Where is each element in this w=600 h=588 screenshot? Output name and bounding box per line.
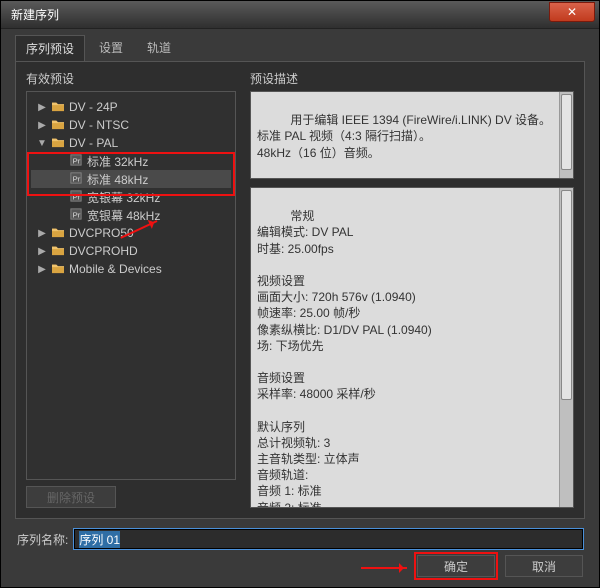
tree-item-label: 标准 48kHz: [87, 171, 148, 188]
description-summary-text: 用于编辑 IEEE 1394 (FireWire/i.LINK) DV 设备。 …: [257, 113, 551, 159]
disclosure-triangle-icon[interactable]: ▶: [37, 102, 47, 113]
tab-settings[interactable]: 设置: [89, 35, 133, 61]
tree-folder[interactable]: ▶ Mobile & Devices: [31, 260, 231, 278]
tree-folder[interactable]: ▶ DVCPROHD: [31, 242, 231, 260]
folder-icon: [51, 136, 65, 151]
disclosure-triangle-icon[interactable]: ▶: [37, 228, 47, 239]
tree-folder[interactable]: ▼ DV - PAL: [31, 134, 231, 152]
close-button[interactable]: ✕: [549, 2, 595, 22]
svg-text:Pr: Pr: [73, 192, 81, 201]
tree-preset[interactable]: Pr 标准 32kHz: [31, 152, 231, 170]
disclosure-triangle-icon[interactable]: ▶: [37, 246, 47, 257]
arrow-icon: [361, 567, 407, 569]
tree-item-label: DVCPRO50: [69, 226, 134, 240]
sequence-name-row: 序列名称:: [1, 527, 599, 549]
tree-item-label: DVCPROHD: [69, 244, 138, 258]
tree-item-label: DV - 24P: [69, 100, 118, 114]
disclosure-triangle-icon[interactable]: ▶: [37, 120, 47, 131]
disclosure-triangle-icon[interactable]: ▶: [37, 264, 47, 275]
window-title: 新建序列: [11, 6, 59, 23]
folder-icon: [51, 118, 65, 133]
tree-folder[interactable]: ▶ DV - 24P: [31, 98, 231, 116]
folder-icon: [51, 244, 65, 259]
scrollbar[interactable]: [559, 188, 573, 507]
main-panel: 有效预设 ▶ DV - 24P ▶ DV - NTSC ▼ DV - PAL Pr 标准 32…: [15, 61, 585, 519]
description-label: 预设描述: [250, 70, 574, 87]
tree-item-label: 宽银幕 32kHz: [87, 189, 160, 206]
tree-item-label: 标准 32kHz: [87, 153, 148, 170]
scrollbar[interactable]: [559, 92, 573, 178]
preset-icon: Pr: [69, 190, 83, 205]
tab-tracks[interactable]: 轨道: [137, 35, 181, 61]
close-icon: ✕: [567, 5, 577, 19]
svg-text:Pr: Pr: [73, 156, 81, 165]
cancel-button[interactable]: 取消: [505, 555, 583, 577]
tree-folder[interactable]: ▶ DV - NTSC: [31, 116, 231, 134]
presets-label: 有效预设: [26, 70, 236, 87]
folder-icon: [51, 100, 65, 115]
description-summary: 用于编辑 IEEE 1394 (FireWire/i.LINK) DV 设备。 …: [250, 91, 574, 179]
tab-sequence-presets[interactable]: 序列预设: [15, 35, 85, 61]
new-sequence-dialog: 新建序列 ✕ 序列预设 设置 轨道 有效预设 ▶ DV - 24P ▶ DV - NT…: [0, 0, 600, 588]
description-details: 常规 编辑模式: DV PAL 时基: 25.00fps 视频设置 画面大小: …: [250, 187, 574, 508]
ok-button[interactable]: 确定: [417, 555, 495, 577]
folder-icon: [51, 262, 65, 277]
preset-tree[interactable]: ▶DV - 24P▶DV - NTSC▼DV - PALPr标准 32kHzPr…: [26, 91, 236, 480]
tree-preset[interactable]: Pr 标准 48kHz: [31, 170, 231, 188]
tree-item-label: Mobile & Devices: [69, 262, 162, 276]
dialog-button-row: 确定 取消: [1, 549, 599, 587]
delete-preset-button: 删除预设: [26, 486, 116, 508]
sequence-name-label: 序列名称:: [17, 531, 68, 548]
preset-icon: Pr: [69, 208, 83, 223]
presets-column: 有效预设 ▶ DV - 24P ▶ DV - NTSC ▼ DV - PAL Pr 标准 32…: [26, 70, 236, 508]
preset-icon: Pr: [69, 154, 83, 169]
description-column: 预设描述 用于编辑 IEEE 1394 (FireWire/i.LINK) DV…: [250, 70, 574, 508]
preset-icon: Pr: [69, 172, 83, 187]
tree-preset[interactable]: Pr 宽银幕 32kHz: [31, 188, 231, 206]
disclosure-triangle-icon[interactable]: ▼: [37, 138, 47, 149]
tree-item-label: DV - NTSC: [69, 118, 129, 132]
tab-bar: 序列预设 设置 轨道: [1, 29, 599, 61]
titlebar: 新建序列 ✕: [1, 1, 599, 29]
tree-preset[interactable]: Pr宽银幕 48kHz: [31, 206, 231, 224]
svg-text:Pr: Pr: [73, 174, 81, 183]
svg-text:Pr: Pr: [73, 210, 81, 219]
folder-icon: [51, 226, 65, 241]
sequence-name-input[interactable]: [74, 529, 583, 549]
description-details-text: 常规 编辑模式: DV PAL 时基: 25.00fps 视频设置 画面大小: …: [257, 209, 432, 508]
tree-item-label: DV - PAL: [69, 136, 118, 150]
